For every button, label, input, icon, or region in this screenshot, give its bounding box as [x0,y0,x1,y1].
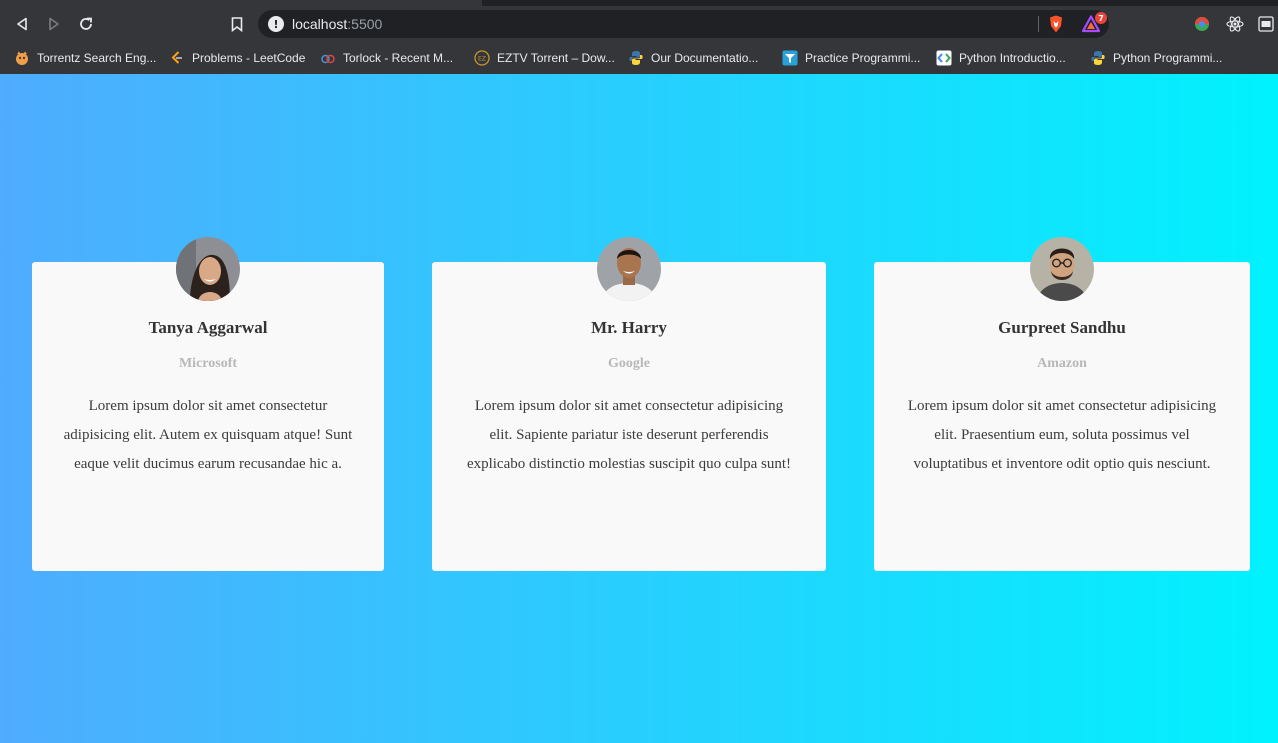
reload-button[interactable] [75,13,97,35]
testimonial-text: Lorem ipsum dolor sit amet consectetur a… [63,398,353,472]
forward-icon [49,17,59,31]
person-name: Gurpreet Sandhu [998,318,1126,337]
extension-color-icon[interactable] [1193,15,1211,33]
bookmark-label: Our Documentatio... [651,51,759,65]
svg-text:EZ: EZ [478,56,486,63]
address-bar[interactable]: ! localhost:5500 7 [258,10,1109,38]
bookmark-label: Problems - LeetCode [192,51,306,65]
python-icon [1090,50,1106,66]
person-company: Google [608,356,650,371]
back-button[interactable] [11,13,33,35]
eztv-icon: EZ [474,50,490,66]
testimonial-card: Gurpreet Sandhu Amazon Lorem ipsum dolor… [874,237,1250,571]
avatar [597,237,661,301]
bookmark-label: Practice Programmi... [805,51,921,65]
omnibox-divider [1038,16,1039,32]
bookmark-item[interactable]: Our Documentatio... [628,48,758,68]
testimonial-card: Tanya Aggarwal Microsoft Lorem ipsum dol… [32,237,384,571]
google-dev-icon [936,50,952,66]
practice-icon [782,50,798,66]
bookmarks-bar: Torrentz Search Eng... Problems - LeetCo… [0,42,1278,74]
bookmark-label: EZTV Torrent – Dow... [497,51,615,65]
person-photo [1030,237,1094,301]
url-text[interactable]: localhost:5500 [292,16,382,32]
avatar [176,237,240,301]
extension-cb-glyph [1258,16,1274,32]
bookmark-icon [231,16,243,32]
person-name: Mr. Harry [591,318,667,337]
bookmark-label: Python Introductio... [959,51,1066,65]
bookmark-item[interactable]: Torlock - Recent M... [320,48,453,68]
forward-button[interactable] [43,13,65,35]
testimonial-text: Lorem ipsum dolor sit amet consectetur a… [907,398,1217,472]
torlock-icon [320,50,336,66]
testimonial-card: Mr. Harry Google Lorem ipsum dolor sit a… [432,237,826,571]
bookmark-label: Torlock - Recent M... [343,51,454,65]
brave-shields-icon[interactable] [1048,15,1064,33]
bookmark-item[interactable]: Practice Programmi... [782,48,920,68]
url-port: :5500 [347,16,383,32]
testimonials-section: Tanya Aggarwal Microsoft Lorem ipsum dol… [0,74,1278,743]
rewards-badge: 7 [1095,12,1107,24]
reload-icon [80,17,92,30]
bookmark-item[interactable]: Problems - LeetCode [169,48,305,68]
back-icon [17,17,27,31]
bookmark-label: Python Programmi... [1113,51,1223,65]
url-host: localhost [292,16,348,32]
torrentz-icon [14,50,30,66]
bookmark-item[interactable]: Python Programmi... [1090,48,1222,68]
react-devtools-icon[interactable] [1226,15,1244,33]
react-glyph [1226,16,1244,32]
extension-cb-icon[interactable] [1257,15,1275,33]
person-company: Microsoft [178,356,238,371]
leetcode-icon [169,50,185,66]
browser-toolbar: ! localhost:5500 7 [0,6,1278,42]
person-name: Tanya Aggarwal [148,318,268,337]
bookmark-item[interactable]: EZ EZTV Torrent – Dow... [474,48,615,68]
bookmark-item[interactable]: Python Introductio... [936,48,1066,68]
bookmark-page-button[interactable] [226,13,248,35]
avatar [1030,237,1094,301]
extension-color-glyph [1195,17,1209,31]
site-info-icon[interactable]: ! [268,16,284,32]
python-icon [628,50,644,66]
bookmark-label: Torrentz Search Eng... [37,51,157,65]
testimonial-text: Lorem ipsum dolor sit amet consectetur a… [466,398,792,472]
bookmark-item[interactable]: Torrentz Search Eng... [14,48,156,68]
person-company: Amazon [1037,356,1087,371]
person-photo [176,237,240,301]
person-photo [597,237,661,301]
